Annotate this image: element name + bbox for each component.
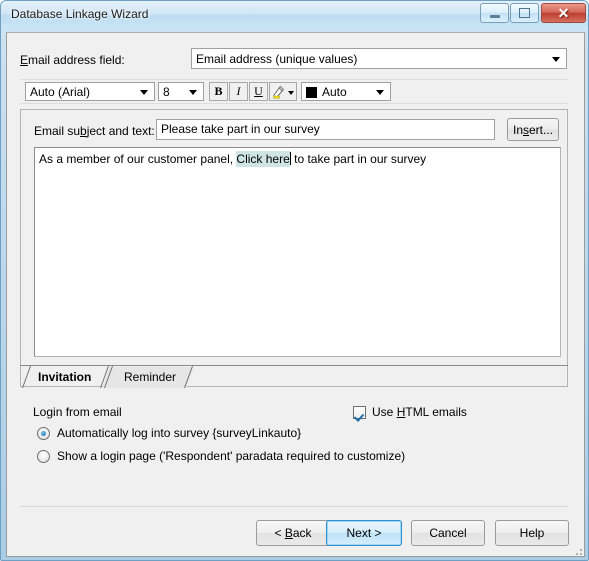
email-address-field-label: Email address field: [20, 53, 125, 67]
footer-divider [20, 506, 568, 507]
body-text-before: As a member of our customer panel, [39, 152, 237, 166]
chevron-down-icon [189, 89, 197, 95]
highlighter-pen-icon [273, 85, 285, 99]
radio-show-login-page[interactable]: Show a login page ('Respondent' paradata… [37, 449, 405, 463]
restore-icon [511, 4, 538, 22]
email-subject-label: Email subject and text: [34, 124, 155, 138]
radio-auto-login-label: Automatically log into survey {surveyLin… [57, 426, 302, 440]
font-color-combobox[interactable]: Auto [301, 82, 391, 101]
email-subject-input[interactable]: Please take part in our survey [156, 119, 495, 140]
dialog-window: Database Linkage Wizard ✕ Email address … [0, 0, 589, 561]
restore-button[interactable] [510, 3, 539, 23]
minimize-button[interactable] [480, 3, 509, 23]
minimize-icon [481, 4, 508, 22]
email-address-field-value: Email address (unique values) [196, 51, 358, 66]
font-size-value: 8 [163, 84, 170, 99]
use-html-emails-checkbox[interactable]: Use HTML emails [353, 405, 467, 419]
email-address-field-combobox[interactable]: Email address (unique values) [191, 48, 567, 69]
font-color-value: Auto [322, 84, 347, 99]
chevron-down-icon [288, 91, 294, 95]
tab-reminder[interactable]: Reminder [112, 366, 188, 388]
login-group-label: Login from email [33, 405, 122, 419]
font-size-combobox[interactable]: 8 [158, 82, 204, 101]
use-html-emails-label: Use HTML emails [372, 405, 467, 419]
resize-grip[interactable] [572, 545, 584, 557]
bold-button[interactable]: B [209, 82, 228, 101]
back-button[interactable]: < Back [256, 520, 330, 546]
email-body-text: As a member of our customer panel, Click… [39, 151, 427, 167]
close-icon: ✕ [557, 5, 570, 21]
chevron-down-icon [552, 56, 560, 62]
highlight-color-button[interactable] [269, 82, 297, 101]
body-text-selection: Click here [236, 151, 290, 167]
next-button[interactable]: Next > [326, 520, 402, 546]
cancel-button[interactable]: Cancel [411, 520, 485, 546]
radio-auto-login[interactable]: Automatically log into survey {surveyLin… [37, 426, 301, 440]
radio-indicator [37, 426, 50, 440]
body-text-after: to take part in our survey [290, 152, 427, 166]
font-family-value: Auto (Arial) [30, 84, 91, 99]
checkbox-indicator [353, 405, 366, 419]
italic-button[interactable]: I [229, 82, 248, 101]
window-title: Database Linkage Wizard [11, 7, 149, 21]
radio-show-login-page-label: Show a login page ('Respondent' paradata… [57, 449, 406, 463]
color-swatch [306, 87, 317, 98]
underline-button[interactable]: U [249, 82, 268, 101]
radio-indicator [37, 449, 50, 463]
font-family-combobox[interactable]: Auto (Arial) [25, 82, 155, 101]
insert-button[interactable]: Insert... [507, 118, 559, 141]
tab-strip: Invitation Reminder [20, 365, 568, 388]
help-button[interactable]: Help [495, 520, 569, 546]
chevron-down-icon [376, 89, 384, 95]
close-button[interactable]: ✕ [541, 3, 586, 23]
email-body-editor[interactable]: As a member of our customer panel, Click… [34, 147, 561, 357]
tab-invitation[interactable]: Invitation [28, 366, 101, 388]
email-subject-value: Please take part in our survey [161, 122, 320, 136]
title-bar[interactable]: Database Linkage Wizard ✕ [1, 1, 588, 30]
chevron-down-icon [140, 89, 148, 95]
